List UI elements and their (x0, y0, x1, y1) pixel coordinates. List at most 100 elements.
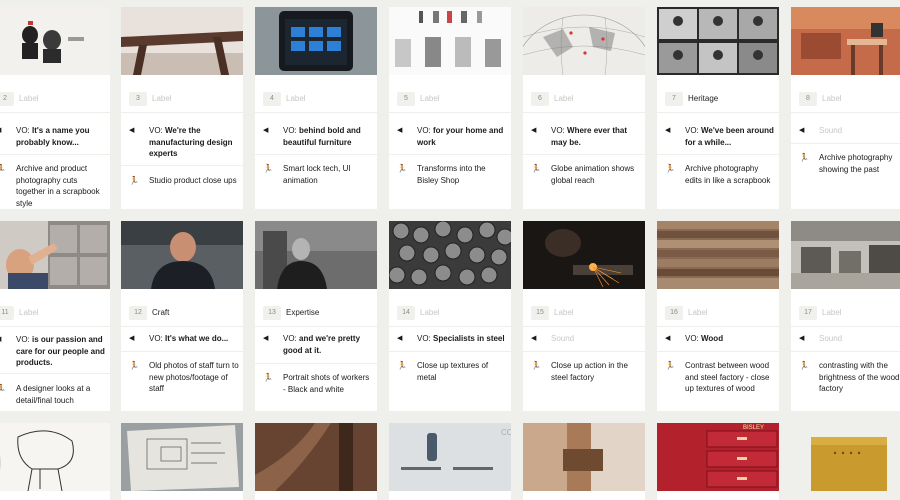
storyboard-card[interactable]: 14 Label ◀ VO: Specialists in steel 🏃 Cl… (389, 221, 511, 411)
card-number: 11 (0, 306, 14, 320)
runner-icon: 🏃 (0, 384, 6, 393)
action-note[interactable]: 🏃 Archive and product photography cuts t… (0, 163, 106, 209)
action-note[interactable]: 🏃 Smart lock tech, UI animation (255, 163, 373, 186)
storyboard-card[interactable] (523, 423, 645, 500)
divider (523, 351, 645, 352)
divider (791, 326, 900, 327)
divider (255, 326, 377, 327)
divider (791, 143, 900, 144)
thumb-scrapbook-portraits (0, 7, 110, 75)
storyboard-card[interactable]: 13 Expertise ◀ VO: and we're pretty good… (255, 221, 377, 411)
thumb-red-cabinet: BISLEY (657, 423, 779, 491)
voiceover-line[interactable]: ◀ VO: and we're pretty good at it. (255, 333, 373, 356)
voiceover-line[interactable]: ◀ VO: We're the manufacturing design exp… (121, 125, 239, 160)
action-note[interactable]: 🏃 Old photos of staff turn to new photos… (121, 360, 239, 395)
storyboard-card[interactable]: 7 Heritage ◀ VO: We've been around for a… (657, 7, 779, 209)
storyboard-card[interactable]: 15 Label ◀ Sound 🏃 Close up action in th… (523, 221, 645, 411)
storyboard-card[interactable] (255, 423, 377, 500)
card-label[interactable]: Label (420, 94, 440, 104)
storyboard-card[interactable]: 5 Label ◀ VO: for your home and work 🏃 T… (389, 7, 511, 209)
vo-prefix: VO: (149, 126, 166, 135)
card-number: 16 (665, 306, 683, 320)
action-note[interactable]: 🏃 Close up action in the steel factory (523, 360, 641, 383)
speaker-icon: ◀ (129, 127, 135, 134)
action-note[interactable]: 🏃 Studio product close ups (121, 175, 239, 187)
card-label[interactable]: Craft (152, 308, 169, 318)
action-note[interactable]: 🏃 Archive photography showing the past (791, 152, 900, 175)
voiceover-line[interactable]: ◀ VO: Specialists in steel (389, 333, 507, 345)
card-label[interactable]: Heritage (688, 94, 718, 104)
storyboard-card[interactable]: 11 Label ◀ VO: is our passion and care f… (0, 221, 110, 411)
voiceover-line[interactable]: ◀ VO: We've been around for a while... (657, 125, 775, 148)
thumb-factory-floor (791, 221, 900, 289)
vo-prefix: VO: (551, 126, 568, 135)
divider (0, 154, 110, 155)
card-label[interactable]: Label (554, 94, 574, 104)
vo-text: Sound (819, 334, 843, 343)
card-number: 7 (665, 92, 683, 106)
vo-prefix: VO: (16, 335, 33, 344)
voiceover-line[interactable]: ◀ VO: is our passion and care for our pe… (0, 334, 106, 369)
thumb-yellow-cabinet (791, 423, 900, 491)
storyboard-card[interactable]: 2 Label ◀ VO: It's a name you probably k… (0, 7, 110, 209)
card-label[interactable]: Label (286, 94, 306, 104)
action-note[interactable]: 🏃 Globe animation shows global reach (523, 163, 641, 186)
vo-prefix: VO: (685, 126, 702, 135)
action-note[interactable]: 🏃 Close up textures of metal (389, 360, 507, 383)
divider (657, 326, 779, 327)
storyboard-card[interactable] (0, 423, 110, 500)
action-note[interactable]: 🏃 Contrast between wood and steel factor… (657, 360, 775, 395)
voiceover-line[interactable]: ◀ VO: It's what we do... (121, 333, 239, 345)
storyboard-card[interactable]: 8 Label ◀ Sound 🏃 Archive photography sh… (791, 7, 900, 209)
storyboard-card[interactable]: 3 Label ◀ VO: We're the manufacturing de… (121, 7, 243, 209)
action-text: A designer looks at a detail/final touch (16, 384, 91, 405)
storyboard-card[interactable]: CC (389, 423, 511, 500)
card-label[interactable]: Label (19, 308, 39, 318)
thumb-grinding-sparks (523, 221, 645, 289)
storyboard-card[interactable]: 12 Craft ◀ VO: It's what we do... 🏃 Old … (121, 221, 243, 411)
storyboard-card[interactable] (121, 423, 243, 500)
speaker-icon: ◀ (129, 335, 135, 342)
voiceover-line[interactable]: ◀ VO: Wood (657, 333, 775, 345)
thumb-wood-planks (657, 221, 779, 289)
storyboard-card[interactable]: BISLEY (657, 423, 779, 500)
card-label[interactable]: Label (152, 94, 172, 104)
divider (0, 373, 110, 374)
card-label[interactable]: Label (420, 308, 440, 318)
card-label[interactable]: Label (822, 94, 842, 104)
storyboard-card[interactable]: 16 Label ◀ VO: Wood 🏃 Contrast between w… (657, 221, 779, 411)
card-label[interactable]: Label (688, 308, 708, 318)
divider (121, 165, 243, 166)
card-number: 6 (531, 92, 549, 106)
voiceover-line[interactable]: ◀ Sound (791, 125, 900, 137)
action-note[interactable]: 🏃 Transforms into the Bisley Shop (389, 163, 507, 186)
card-label[interactable]: Label (822, 308, 842, 318)
divider (0, 326, 110, 327)
voiceover-line[interactable]: ◀ Sound (523, 333, 641, 345)
thumb-furniture-closeup (121, 7, 243, 75)
vo-text: Specialists in steel (433, 334, 505, 343)
thumb-chair-sketch (0, 423, 110, 491)
svg-text:CC: CC (501, 428, 511, 437)
voiceover-line[interactable]: ◀ Sound (791, 333, 900, 345)
thumb-wood-frame (255, 423, 377, 491)
action-note[interactable]: 🏃 contrasting with the brightness of the… (791, 360, 900, 395)
action-note[interactable]: 🏃 Archive photography edits in like a sc… (657, 163, 775, 186)
speaker-icon: ◀ (397, 127, 403, 134)
action-note[interactable]: 🏃 Portrait shots of workers - Black and … (255, 372, 373, 395)
action-note[interactable]: 🏃 A designer looks at a detail/final tou… (0, 383, 106, 406)
voiceover-line[interactable]: ◀ VO: behind bold and beautiful furnitur… (255, 125, 373, 148)
storyboard-card[interactable]: 17 Label ◀ Sound 🏃 contrasting with the … (791, 221, 900, 411)
divider (657, 351, 779, 352)
voiceover-line[interactable]: ◀ VO: for your home and work (389, 125, 507, 148)
storyboard-card[interactable]: 6 Label ◀ VO: Where ever that may be. 🏃 … (523, 7, 645, 209)
voiceover-line[interactable]: ◀ VO: Where ever that may be. (523, 125, 641, 148)
storyboard-card[interactable] (791, 423, 900, 500)
card-label[interactable]: Expertise (286, 308, 319, 318)
voiceover-line[interactable]: ◀ VO: It's a name you probably know... (0, 125, 106, 148)
card-label[interactable]: Label (554, 308, 574, 318)
card-label[interactable]: Label (19, 94, 39, 104)
vo-prefix: VO: (417, 334, 434, 343)
storyboard-card[interactable]: 4 Label ◀ VO: behind bold and beautiful … (255, 7, 377, 209)
vo-text: It's what we do... (165, 334, 229, 343)
